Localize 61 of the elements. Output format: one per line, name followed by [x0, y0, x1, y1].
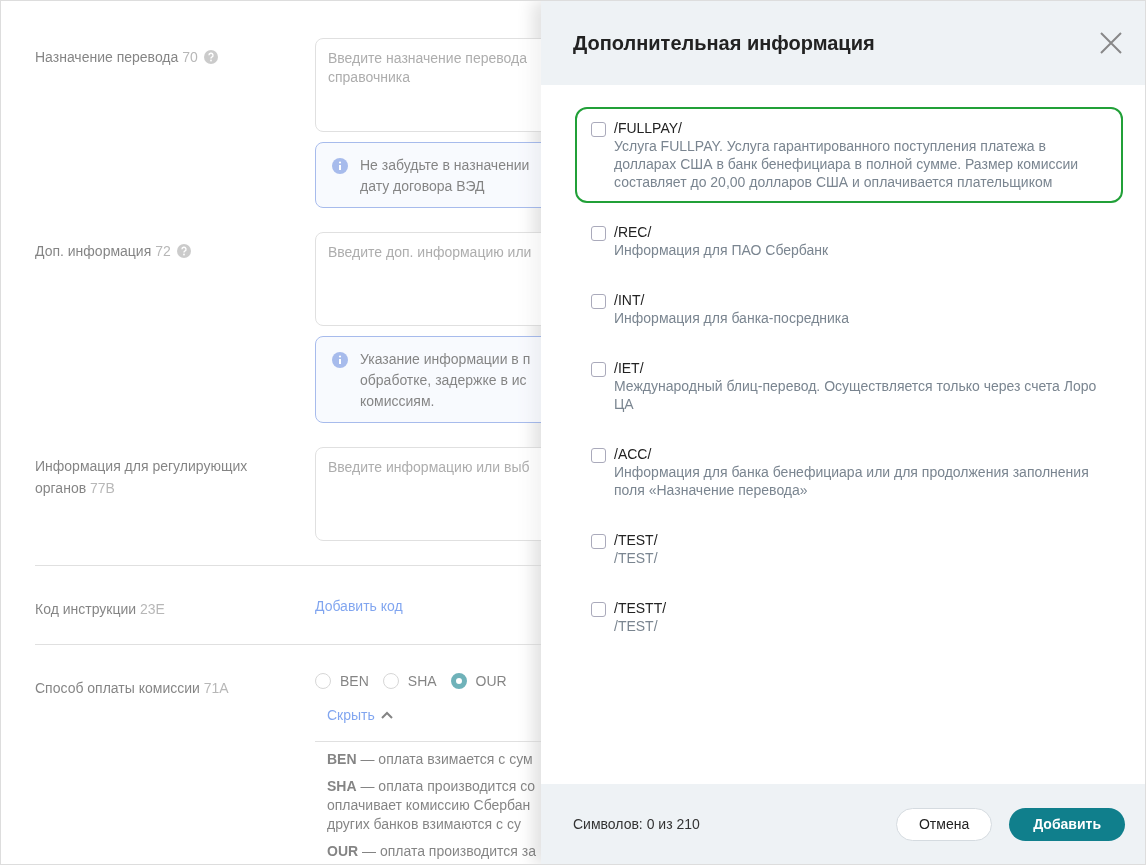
checkbox[interactable] — [591, 122, 606, 137]
field-label: Код инструкции 23E — [35, 600, 165, 619]
option-description: /TEST/ — [614, 549, 658, 567]
option-item[interactable]: /IET/ Международный блиц-перевод. Осуществляется только через счета Лоро ЦА — [575, 347, 1123, 425]
option-code: /INT/ — [614, 291, 646, 309]
field-label: Доп. информация 72 — [35, 242, 171, 261]
panel-title: Дополнительная информация — [573, 31, 875, 55]
option-description: Услуга FULLPAY. Услуга гарантированного поступления платежа в долларах США в банк бенефициара в полной сумме. Размер комиссии составляет до 20,00 долларов США и оплачивается плательщиком — [614, 137, 1080, 191]
option-item[interactable]: /FULLPAY/ Услуга FULLPAY. Услуга гарантированного поступления платежа в долларах США в банк бенефициара в полной сумме. Размер комиссии составляет до 20,00 долларов США и оплачивается плательщиком — [575, 107, 1123, 203]
checkbox[interactable] — [591, 362, 606, 377]
field-label: Информация для регулирующих органов 77B — [35, 457, 249, 498]
text-area[interactable]: Введите назначение перевода справочника — [315, 38, 541, 132]
option-code: /FULLPAY/ — [614, 119, 683, 137]
help-icon[interactable] — [176, 244, 191, 258]
radio-label: SHA — [407, 673, 437, 689]
option-item[interactable]: /INT/ Информация для банка-посредника — [575, 279, 1123, 339]
field-label: Способ оплаты комиссии 71A — [35, 679, 229, 698]
option-description: Информация для банка-посредника — [614, 309, 850, 327]
checkbox[interactable] — [591, 294, 606, 309]
option-item[interactable]: /REC/ Информация для ПАО Сбербанк — [575, 211, 1123, 271]
option-description: Международный блиц-перевод. Осуществляется только через счета Лоро ЦА — [614, 377, 1098, 413]
info-icon — [332, 352, 348, 368]
chevron-icon — [380, 711, 393, 719]
add-button[interactable]: Добавить — [1009, 807, 1125, 841]
checkbox[interactable] — [591, 448, 606, 463]
option-code: /TEST/ — [614, 531, 658, 549]
info-text: обработке, задержке в ис — [360, 371, 528, 390]
help-icon[interactable] — [203, 50, 218, 64]
fee-note: оплачивает комиссию Сбербан — [327, 796, 532, 815]
option-code: /IET/ — [614, 359, 645, 377]
checkbox[interactable] — [591, 226, 606, 241]
option-description: Информация для банка бенефициара или для продолжения заполнения поля «Назначение перевода» — [614, 463, 1090, 499]
info-text: комиссиям. — [360, 392, 436, 411]
option-description: /TEST/ — [614, 617, 659, 635]
option-item[interactable]: /TESTT/ /TEST/ — [575, 587, 1123, 647]
fee-note: других банков взимаются с су — [327, 815, 522, 834]
info-text: Указание информации в п — [360, 350, 532, 369]
option-description: Информация для ПАО Сбербанк — [614, 241, 829, 259]
option-code: /TESTT/ — [614, 599, 667, 617]
radio-button[interactable] — [315, 673, 331, 689]
field-label: Назначение перевода 70 — [35, 48, 198, 67]
radio-label: BEN — [340, 673, 369, 689]
radio-label: OUR — [475, 673, 507, 689]
text-area[interactable]: Введите информацию или выб — [315, 447, 541, 541]
fee-note: BEN — оплата взимается с сум — [327, 750, 534, 769]
info-text: Не забудьте в назначении — [360, 156, 531, 175]
option-code: /ACC/ — [614, 445, 653, 463]
text-area[interactable]: Введите доп. информацию или — [315, 232, 541, 326]
radio-button[interactable] — [450, 673, 467, 689]
info-text: дату договора ВЭД — [360, 177, 486, 196]
option-item[interactable]: /TEST/ /TEST/ — [575, 519, 1123, 579]
radio-button[interactable] — [382, 673, 399, 689]
checkbox[interactable] — [591, 534, 606, 549]
info-icon — [332, 158, 348, 174]
cancel-button[interactable]: Отмена — [895, 807, 993, 841]
fee-note: OUR — оплата производится за — [327, 842, 537, 861]
character-counter: Символов: 0 из 210 — [573, 816, 700, 832]
option-item[interactable]: /ACC/ Информация для банка бенефициара или для продолжения заполнения поля «Назначение перевода» — [575, 433, 1123, 511]
fee-note: SHA — оплата производится со — [327, 777, 537, 796]
option-code: /REC/ — [614, 223, 653, 241]
checkbox[interactable] — [591, 602, 606, 617]
